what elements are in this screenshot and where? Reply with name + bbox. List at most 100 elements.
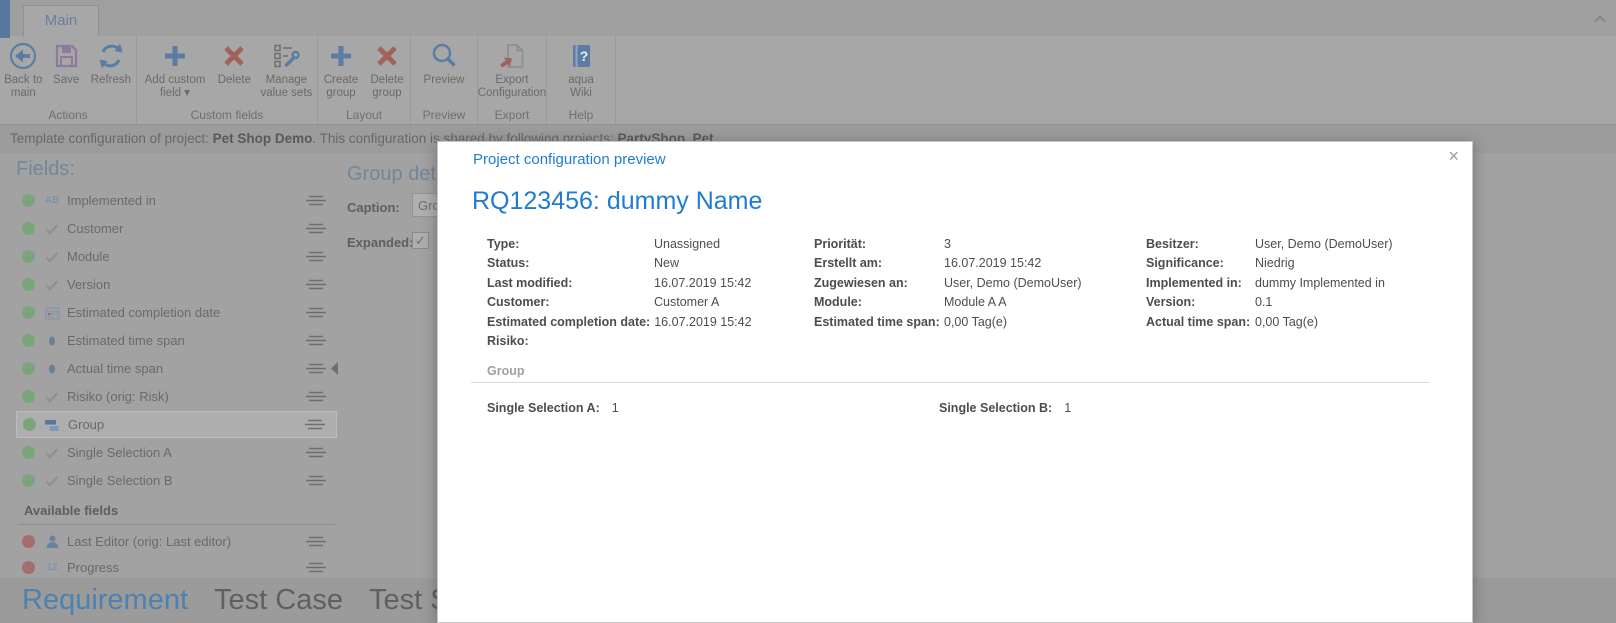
manage-value-sets-button[interactable]: Manage value sets [256,40,317,101]
status-text: Template configuration of project: [10,131,213,146]
drag-handle-icon[interactable] [305,222,327,235]
drag-handle-icon[interactable] [305,306,327,319]
back-arrow-icon [10,42,37,70]
group-label-help: Help [568,108,594,122]
group-label-preview: Preview [422,108,466,122]
caption-label: Caption: [347,200,400,215]
field-row-progress[interactable]: 12 Progress [16,554,337,581]
drag-handle-icon[interactable] [305,390,327,403]
close-icon[interactable]: × [1448,147,1459,165]
create-group-button[interactable]: Create group [318,40,364,101]
field-label: Single Selection B [67,473,173,488]
field-status-dot [22,194,35,207]
delete-field-label: Delete [217,74,251,86]
drag-handle-icon[interactable] [305,334,327,347]
time-span-icon [42,363,62,375]
field-label: Module [67,249,110,264]
ribbon-collapse-button[interactable] [1593,10,1607,28]
check-icon [42,251,62,263]
group-label-layout: Layout [345,108,383,122]
drag-handle-icon[interactable] [305,561,327,574]
field-row-single-selection-b[interactable]: Single Selection B [16,467,337,494]
manage-value-sets-icon [274,44,301,68]
field-row-risiko[interactable]: Risiko (orig: Risk) [16,383,337,410]
delete-x-icon [377,46,397,66]
field-row-implemented-in[interactable]: AB Implemented in [16,187,337,214]
field-row-single-selection-a[interactable]: Single Selection A [16,439,337,466]
drag-handle-icon[interactable] [305,535,327,548]
add-custom-field-button[interactable]: Add custom field ▾ [137,40,213,101]
field-label: Single Selection A [67,445,172,460]
check-icon [42,475,62,487]
field-row-last-editor[interactable]: Last Editor (orig: Last editor) [16,528,337,555]
field-row-group[interactable]: Group [16,411,337,438]
ribbon-tab-strip [0,0,1616,36]
drag-handle-icon[interactable] [305,194,327,207]
export-configuration-button[interactable]: Export Configuration [477,40,547,101]
drag-handle-icon[interactable] [305,278,327,291]
drag-handle-icon[interactable] [305,250,327,263]
field-risiko: Risiko: [487,334,529,349]
save-button[interactable]: Save [47,40,86,88]
ribbon-group-actions: Back to main Save Refresh Actions [0,36,137,124]
group-label-actions: Actions [48,108,88,122]
field-single-selection-b: Single Selection B: 1 [939,401,1072,415]
field-row-estimated-time-span[interactable]: Estimated time span [16,327,337,354]
field-status-dot [22,306,35,319]
drag-handle-icon[interactable] [305,446,327,459]
drag-handle-icon[interactable] [305,474,327,487]
field-row-version[interactable]: Version [16,271,337,298]
drag-handle-icon[interactable] [305,362,327,375]
field-actual-time-span: Actual time span: 0,00 Tag(e) [1146,314,1319,329]
app-menu-stub[interactable] [0,0,10,38]
panel-collapse-handle[interactable] [331,362,338,380]
project-configuration-preview-dialog: Project configuration preview × RQ123456… [437,141,1473,623]
field-status-dot [23,418,36,431]
field-estimated-completion-date: Estimated completion date: 16.07.2019 15:… [487,314,752,329]
back-to-main-button[interactable]: Back to main [0,40,47,101]
field-status-dot [22,362,35,375]
field-zugewiesen-an: Zugewiesen an: User, Demo (DemoUser) [814,275,1082,290]
group-label-custom-fields: Custom fields [190,108,264,122]
text-field-icon: AB [44,195,60,206]
ribbon-tab-main[interactable]: Main [23,5,99,37]
field-label: Customer [67,221,124,236]
create-group-label: Create group [323,74,359,99]
ribbon-group-custom-fields: Add custom field ▾ Delete Manage value s… [137,36,318,124]
field-customer: Customer: Customer A [487,295,720,310]
drag-handle-icon[interactable] [304,418,326,431]
field-row-actual-time-span[interactable]: Actual time span [16,355,337,382]
field-label: Actual time span [67,361,164,376]
add-custom-field-label: Add custom field ▾ [144,74,206,99]
person-icon [42,535,62,548]
plus-icon [165,46,185,66]
save-label: Save [53,74,80,86]
tab-requirement[interactable]: Requirement [22,584,188,617]
field-row-estimated-completion-date[interactable]: Estimated completion date [16,299,337,326]
refresh-button[interactable]: Refresh [86,40,136,88]
chevron-up-icon [1594,15,1606,23]
dialog-title: Project configuration preview [473,151,666,168]
group-icon [43,419,63,431]
delete-group-button[interactable]: Delete group [364,40,410,101]
field-status-dot [22,535,35,548]
tab-test-case[interactable]: Test Case [214,584,343,617]
field-prioritaet: Priorität: 3 [814,236,951,251]
expanded-checkbox[interactable]: ✓ [412,232,429,249]
dropdown-arrow-icon: ▾ [184,87,191,99]
field-row-module[interactable]: Module [16,243,337,270]
calendar-icon [42,306,62,320]
field-row-customer[interactable]: Customer [16,215,337,242]
field-single-selection-a: Single Selection A: 1 [487,401,619,415]
field-label: Estimated completion date [67,305,221,320]
save-floppy-icon [56,44,78,68]
preview-label: Preview [423,74,465,86]
magnifier-icon [432,43,456,67]
field-significance: Significance: Niedrig [1146,256,1295,271]
field-besitzer: Besitzer: User, Demo (DemoUser) [1146,236,1393,251]
delete-x-icon [224,46,245,66]
aqua-wiki-button[interactable]: ? aqua Wiki [557,40,605,101]
preview-button[interactable]: Preview [415,40,473,88]
delete-field-button[interactable]: Delete [213,40,256,88]
dialog-column-2: Priorität: 3 Erstellt am: 16.07.2019 15:42… [814,234,1082,332]
